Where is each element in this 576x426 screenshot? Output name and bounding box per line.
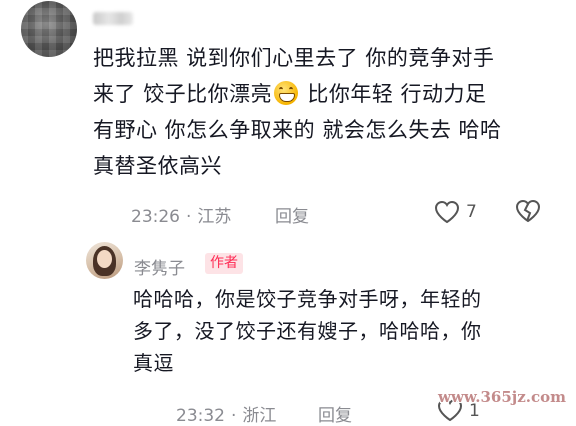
reply-line: 真逗: [133, 351, 174, 375]
reply-meta: 23:32 · 浙江: [176, 401, 276, 426]
broken-heart-icon: [515, 199, 541, 223]
comment-body: 把我拉黑 说到你们心里去了 你的竞争对手 来了 饺子比你漂亮 比你年轻 行动力足…: [93, 40, 543, 184]
comment-line: 有野心 你怎么争取来的 就会怎么失去 哈哈: [93, 118, 502, 142]
meta-separator: ·: [231, 406, 237, 426]
comment-meta: 23:26 · 江苏: [131, 202, 231, 227]
like-count: 7: [466, 202, 477, 222]
author-name[interactable]: 李隽子: [134, 254, 185, 279]
reply-body: 哈哈哈，你是饺子竞争对手呀，年轻的 多了，没了饺子还有嫂子，哈哈哈，你 真逗: [133, 283, 553, 379]
comment-line: 真替圣依高兴: [93, 154, 222, 178]
reply-line: 多了，没了饺子还有嫂子，哈哈哈，你: [133, 319, 482, 343]
comment-location: 江苏: [197, 207, 232, 227]
reply-button[interactable]: 回复: [275, 202, 309, 227]
reply-reply-button[interactable]: 回复: [318, 401, 352, 426]
reply-time: 23:32: [176, 406, 225, 426]
author-badge: 作者: [205, 253, 243, 274]
comment-line: 把我拉黑 说到你们心里去了 你的竞争对手: [93, 46, 495, 70]
comment-line: 来了 饺子比你漂亮 比你年轻 行动力足: [93, 81, 487, 106]
author-avatar[interactable]: [86, 242, 123, 279]
comment-time: 23:26: [131, 207, 180, 227]
like-button[interactable]: 7: [434, 198, 484, 226]
site-watermark: www.365jz.com: [438, 388, 566, 406]
reply-line: 哈哈哈，你是饺子竞争对手呀，年轻的: [133, 287, 482, 311]
commenter-avatar[interactable]: [21, 1, 77, 57]
dislike-button[interactable]: [515, 199, 541, 227]
heart-icon: [434, 200, 460, 224]
reply-location: 浙江: [242, 406, 277, 426]
meta-separator: ·: [186, 207, 192, 227]
commenter-name-blurred[interactable]: [93, 12, 133, 25]
grinning-face-icon: [274, 81, 299, 105]
